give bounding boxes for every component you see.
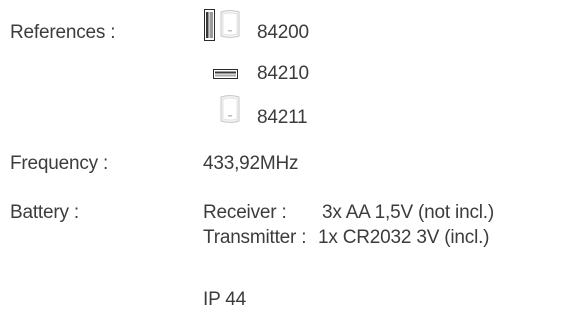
- battery-transmitter-value: 1x CR2032 3V (incl.): [318, 227, 490, 248]
- flat-transmitter-icon: [213, 69, 238, 79]
- reference-code-84200: 84200: [257, 22, 309, 43]
- reference-code-84210: 84210: [257, 63, 309, 84]
- battery-receiver-label: Receiver :: [203, 202, 287, 223]
- ip-rating: IP 44: [203, 289, 247, 310]
- frequency-label: Frequency :: [10, 153, 109, 174]
- frequency-value: 433,92MHz: [203, 153, 299, 174]
- reference-code-84211: 84211: [257, 107, 308, 128]
- receiver-icon: [220, 10, 240, 38]
- battery-transmitter-label: Transmitter :: [203, 227, 307, 248]
- tall-transmitter-icon: [204, 9, 215, 41]
- receiver-icon: [220, 95, 240, 123]
- references-label: References :: [10, 22, 116, 43]
- battery-label: Battery :: [10, 202, 79, 223]
- battery-receiver-value: 3x AA 1,5V (not incl.): [322, 202, 494, 223]
